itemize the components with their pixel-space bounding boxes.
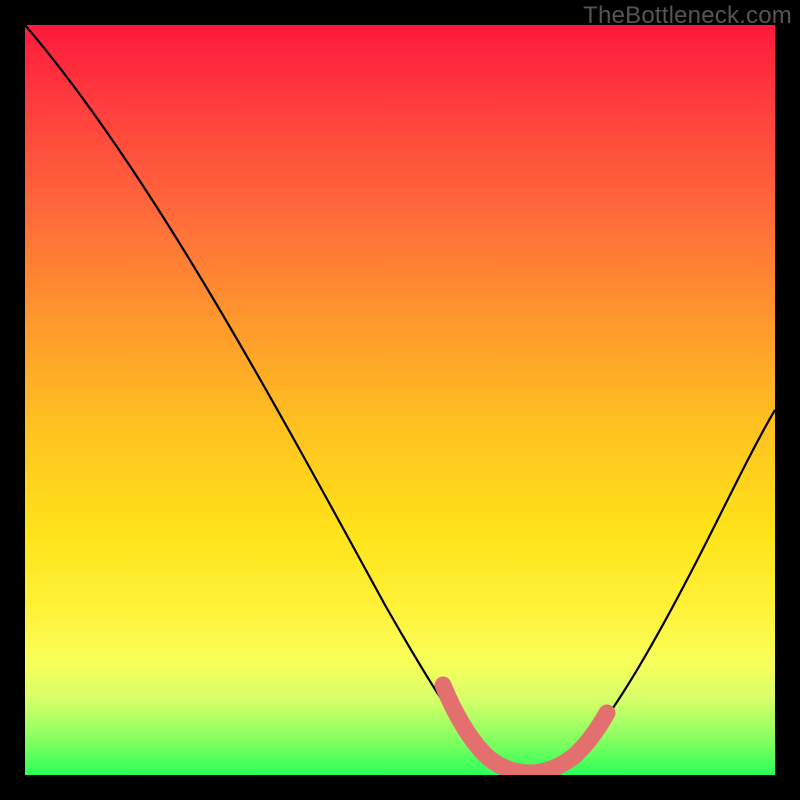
watermark-text: TheBottleneck.com xyxy=(583,2,792,30)
chart-svg xyxy=(25,25,775,775)
bottleneck-curve xyxy=(25,25,775,773)
optimal-zone-highlight xyxy=(443,685,607,773)
chart-frame: TheBottleneck.com xyxy=(0,0,800,800)
chart-plot-area xyxy=(25,25,775,775)
